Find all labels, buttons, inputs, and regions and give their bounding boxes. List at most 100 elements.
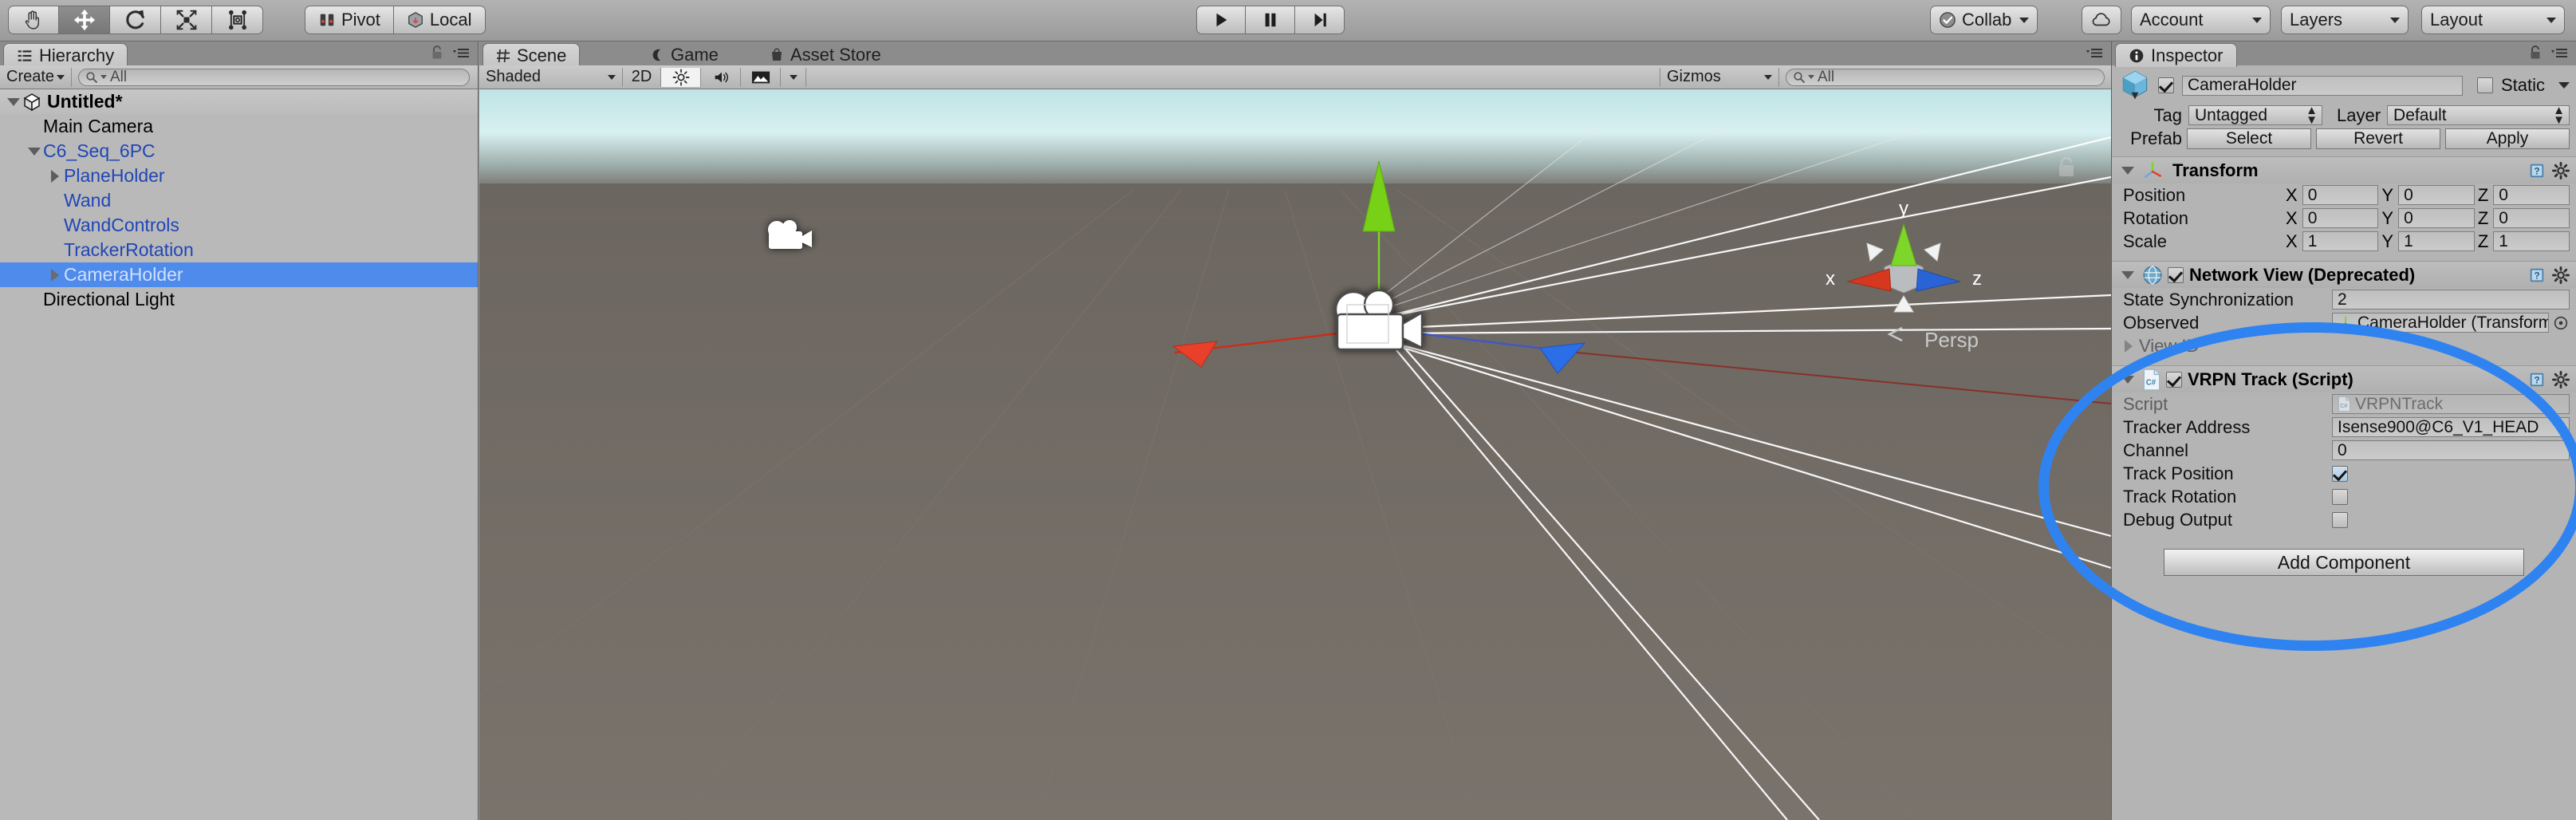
- rotation-z-input[interactable]: 0: [2493, 208, 2570, 228]
- scale-tool-button[interactable]: [161, 6, 212, 34]
- hierarchy-item-planeholder[interactable]: PlaneHolder: [0, 164, 478, 188]
- step-button[interactable]: [1295, 6, 1345, 34]
- pause-button[interactable]: [1246, 6, 1295, 34]
- axis-x-label: X: [2286, 184, 2298, 205]
- gear-icon[interactable]: [2552, 370, 2570, 388]
- track-rotation-checkbox[interactable]: [2332, 488, 2348, 505]
- foldout-triangle-icon[interactable]: [2121, 270, 2134, 279]
- rotation-y-input[interactable]: 0: [2398, 208, 2475, 228]
- gear-icon[interactable]: [2552, 266, 2570, 284]
- foldout-triangle-icon[interactable]: [2121, 166, 2134, 175]
- hierarchy-item-directional-light[interactable]: Directional Light: [0, 287, 478, 312]
- debug-output-checkbox[interactable]: [2332, 511, 2348, 528]
- toggle-2d-button[interactable]: 2D: [623, 67, 661, 87]
- foldout-triangle-icon[interactable]: [46, 169, 64, 183]
- tab-asset-store[interactable]: Asset Store: [757, 43, 894, 67]
- channel-input[interactable]: 0: [2332, 440, 2570, 460]
- chevron-down-icon: [2019, 17, 2030, 23]
- component-header-network-view[interactable]: Network View (Deprecated) ?: [2112, 261, 2576, 288]
- help-book-icon[interactable]: ?: [2528, 266, 2546, 284]
- tab-scene[interactable]: Scene: [483, 43, 581, 67]
- svg-text:?: ?: [2534, 374, 2539, 385]
- component-header-vrpn-track[interactable]: C# VRPN Track (Script) ?: [2112, 365, 2576, 392]
- move-tool-button[interactable]: [59, 6, 110, 34]
- position-z-input[interactable]: 0: [2493, 185, 2570, 205]
- hierarchy-item-wand[interactable]: Wand: [0, 188, 478, 213]
- scale-z-input[interactable]: 1: [2493, 231, 2570, 251]
- vrpn-track-enabled-checkbox[interactable]: [2166, 371, 2182, 388]
- gizmos-dropdown[interactable]: Gizmos: [1660, 67, 1779, 87]
- foldout-triangle-icon[interactable]: [26, 147, 43, 156]
- scale-x-input[interactable]: 1: [2302, 231, 2379, 251]
- rect-transform-tool-button[interactable]: [212, 6, 263, 34]
- state-synchronization-input[interactable]: 2: [2332, 290, 2570, 309]
- position-y-input[interactable]: 0: [2398, 185, 2475, 205]
- hierarchy-item-label: CameraHolder: [64, 264, 183, 285]
- shading-mode-label: Shaded: [486, 68, 541, 85]
- object-picker-icon[interactable]: [2552, 314, 2570, 332]
- scene-lighting-toggle[interactable]: [661, 67, 701, 87]
- hierarchy-panel: Hierarchy Create All Untitled* Main Came…: [0, 41, 479, 820]
- static-checkbox[interactable]: [2476, 77, 2493, 93]
- hierarchy-tab-options[interactable]: [430, 45, 470, 61]
- hierarchy-item-c6-seq-6pc[interactable]: C6_Seq_6PC: [0, 139, 478, 164]
- gear-icon[interactable]: [2552, 161, 2570, 179]
- position-x-input[interactable]: 0: [2302, 185, 2379, 205]
- tag-dropdown[interactable]: Untagged ▲ ▼: [2188, 104, 2322, 126]
- hand-tool-button[interactable]: [8, 6, 59, 34]
- hierarchy-item-untitled[interactable]: Untitled*: [0, 89, 478, 114]
- help-book-icon[interactable]: ?: [2528, 371, 2546, 388]
- gameobject-name-input[interactable]: CameraHolder: [2182, 75, 2463, 96]
- view-id-row[interactable]: View ID: [2112, 334, 2576, 357]
- inspector-tab-options[interactable]: [2528, 45, 2568, 61]
- collab-button[interactable]: Collab: [1930, 6, 2038, 34]
- tab-game[interactable]: Game: [637, 43, 731, 67]
- layers-button[interactable]: Layers: [2281, 6, 2409, 34]
- prefab-revert-button[interactable]: Revert: [2316, 128, 2440, 149]
- tag-label: Tag: [2153, 104, 2182, 125]
- observed-object-field[interactable]: CameraHolder (Transform): [2332, 313, 2549, 333]
- hierarchy-search-input[interactable]: All: [78, 68, 470, 86]
- prefab-select-button[interactable]: Select: [2187, 128, 2311, 149]
- chevron-down-icon[interactable]: [2558, 82, 2570, 89]
- gameobject-enabled-checkbox[interactable]: [2158, 77, 2174, 93]
- scene-audio-toggle[interactable]: [701, 67, 741, 87]
- layer-dropdown[interactable]: Default ▲ ▼: [2387, 104, 2570, 126]
- scene-search-input[interactable]: All: [1786, 68, 2105, 86]
- account-button[interactable]: Account: [2131, 6, 2271, 34]
- hierarchy-item-wandcontrols[interactable]: WandControls: [0, 213, 478, 238]
- scene-viewport[interactable]: y x z Persp: [479, 89, 2111, 820]
- hierarchy-item-main-camera[interactable]: Main Camera: [0, 114, 478, 139]
- scene-effects-toggle[interactable]: [741, 67, 781, 87]
- scene-tab-options[interactable]: [2086, 45, 2103, 61]
- foldout-triangle-icon[interactable]: [5, 97, 22, 106]
- scale-y-input[interactable]: 1: [2398, 231, 2475, 251]
- scene-effects-dropdown[interactable]: [781, 67, 806, 87]
- create-menu-button[interactable]: Create: [0, 67, 72, 87]
- foldout-triangle-icon[interactable]: [46, 268, 64, 282]
- component-header-transform[interactable]: Transform ?: [2112, 156, 2576, 183]
- prefab-apply-button[interactable]: Apply: [2445, 128, 2570, 149]
- rotate-tool-button[interactable]: [110, 6, 161, 34]
- play-button[interactable]: [1196, 6, 1246, 34]
- tab-hierarchy[interactable]: Hierarchy: [3, 43, 128, 67]
- tracker-address-input[interactable]: Isense900@C6_V1_HEAD: [2332, 417, 2570, 437]
- shading-mode-dropdown[interactable]: Shaded: [479, 67, 623, 87]
- foldout-triangle-icon[interactable]: [2121, 375, 2134, 384]
- hierarchy-item-trackerrotation[interactable]: TrackerRotation: [0, 238, 478, 262]
- network-view-enabled-checkbox[interactable]: [2168, 266, 2184, 283]
- help-book-icon[interactable]: ?: [2528, 162, 2546, 179]
- pivot-toggle-button[interactable]: Pivot: [305, 6, 394, 34]
- foldout-triangle-icon[interactable]: [2125, 339, 2133, 353]
- add-component-button[interactable]: Add Component: [2164, 549, 2524, 576]
- image-effects-icon: [751, 71, 770, 83]
- chevron-down-icon: [789, 74, 798, 80]
- hierarchy-item-cameraholder[interactable]: CameraHolder: [0, 262, 478, 287]
- rotation-x-input[interactable]: 0: [2302, 208, 2379, 228]
- tab-inspector[interactable]: Inspector: [2115, 43, 2237, 67]
- track-position-checkbox[interactable]: [2332, 465, 2348, 482]
- local-toggle-button[interactable]: Local: [393, 6, 486, 34]
- cloud-services-button[interactable]: [2082, 6, 2121, 34]
- hierarchy-tree[interactable]: Untitled* Main Camera C6_Seq_6PC PlaneHolde…: [0, 89, 478, 820]
- layout-button[interactable]: Layout: [2421, 6, 2565, 34]
